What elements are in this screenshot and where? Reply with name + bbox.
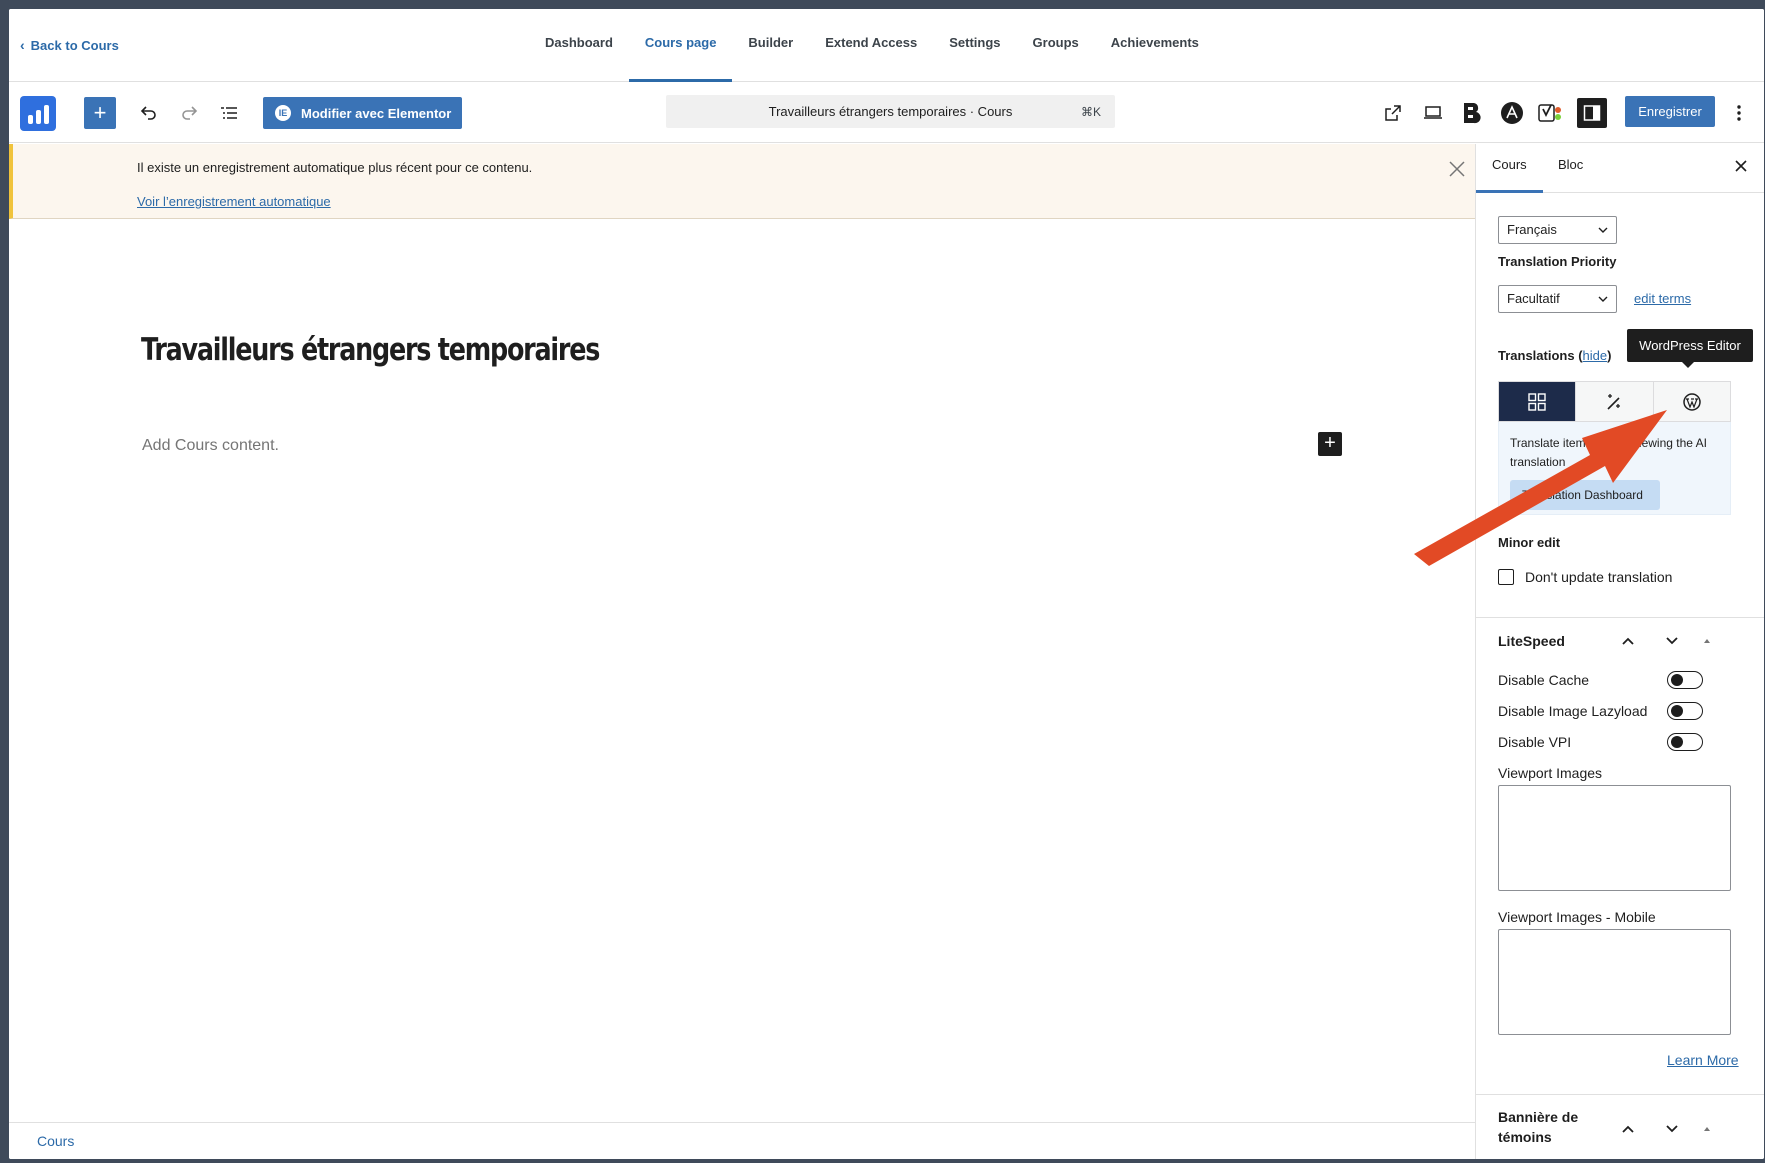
translation-dashboard-button[interactable]: Translation Dashboard <box>1510 480 1660 510</box>
viewport-images-mobile-label: Viewport Images - Mobile <box>1498 909 1656 925</box>
tab-builder[interactable]: Builder <box>732 9 809 82</box>
translation-priority-label: Translation Priority <box>1498 254 1617 269</box>
inline-add-block-button[interactable]: + <box>1318 432 1342 456</box>
edit-with-elementor-button[interactable]: IE Modifier avec Elementor <box>263 97 462 129</box>
close-icon[interactable] <box>1446 158 1470 182</box>
priority-select[interactable]: Facultatif <box>1498 285 1617 313</box>
sidebar-tabs: Cours Bloc <box>1476 144 1764 193</box>
wordpress-editor-tooltip: WordPress Editor <box>1627 329 1753 368</box>
disable-image-lazyload-row: Disable Image Lazyload <box>1498 701 1734 721</box>
plugin-b-icon[interactable] <box>1457 98 1487 128</box>
post-title[interactable]: Travailleurs étrangers temporaires <box>141 332 600 368</box>
banner-panel-title[interactable]: Bannière de témoins <box>1498 1107 1608 1147</box>
view-post-external-icon[interactable] <box>1378 98 1408 128</box>
wordpress-icon <box>1683 392 1701 411</box>
language-select-value: Français <box>1507 222 1557 237</box>
settings-sidebar: Cours Bloc Français Translation Priority… <box>1475 144 1764 1159</box>
translation-mode-tabs <box>1498 381 1731 422</box>
disable-vpi-row: Disable VPI <box>1498 732 1734 752</box>
undo-icon[interactable] <box>134 98 164 128</box>
disable-vpi-label: Disable VPI <box>1498 734 1572 750</box>
tab-cours[interactable]: Cours <box>1476 144 1543 193</box>
dont-update-translation-label: Don't update translation <box>1525 569 1673 585</box>
chevron-left-icon: ‹ <box>20 37 25 53</box>
move-up-icon[interactable] <box>1616 629 1640 653</box>
learn-more-link[interactable]: Learn More <box>1667 1052 1739 1068</box>
add-block-button[interactable]: + <box>84 97 116 129</box>
document-title-bar[interactable]: Travailleurs étrangers temporaires · Cou… <box>666 95 1115 128</box>
priority-select-value: Facultatif <box>1507 291 1560 306</box>
app-logo-icon[interactable] <box>20 96 56 131</box>
translations-label-text: Translations ( <box>1498 348 1583 363</box>
collapse-panel-icon[interactable] <box>1695 1117 1719 1141</box>
disable-cache-label: Disable Cache <box>1498 672 1590 688</box>
tab-cours-page[interactable]: Cours page <box>628 9 733 82</box>
autosave-message: Il existe un enregistrement automatique … <box>137 160 533 175</box>
editor-window: ‹ Back to Cours Dashboard Cours page Bui… <box>9 9 1764 1159</box>
disable-image-lazyload-toggle[interactable] <box>1667 702 1703 720</box>
litespeed-panel-title[interactable]: LiteSpeed <box>1498 633 1565 649</box>
translations-label-close: ) <box>1607 348 1612 363</box>
tab-groups[interactable]: Groups <box>1017 9 1095 82</box>
command-shortcut: ⌘K <box>1080 104 1101 119</box>
chevron-down-icon <box>1598 286 1608 321</box>
viewport-images-label: Viewport Images <box>1498 765 1603 781</box>
redo-icon[interactable] <box>174 98 204 128</box>
tab-extend-access[interactable]: Extend Access <box>809 9 933 82</box>
grid-icon <box>1528 392 1546 411</box>
plugin-a-icon[interactable] <box>1497 98 1527 128</box>
move-up-icon[interactable] <box>1616 1117 1640 1141</box>
edit-terms-link[interactable]: edit terms <box>1634 291 1691 306</box>
view-autosave-link[interactable]: Voir l’enregistrement automatique <box>137 194 331 209</box>
magic-wand-icon <box>1607 393 1621 410</box>
editor-canvas: Travailleurs étrangers temporaires Add C… <box>9 220 1475 1132</box>
editor-footer: Cours <box>9 1122 1475 1159</box>
elementor-icon: IE <box>275 105 291 121</box>
tab-dashboard[interactable]: Dashboard <box>529 9 629 82</box>
save-button[interactable]: Enregistrer <box>1625 96 1715 127</box>
tab-translation-grid[interactable] <box>1499 382 1577 421</box>
dont-update-translation-checkbox[interactable] <box>1498 569 1514 585</box>
move-down-icon[interactable] <box>1660 1117 1684 1141</box>
litespeed-divider <box>1476 617 1764 618</box>
tab-achievements[interactable]: Achievements <box>1095 9 1215 82</box>
device-preview-icon[interactable] <box>1418 98 1448 128</box>
language-select[interactable]: Français <box>1498 216 1617 244</box>
banner-divider <box>1476 1094 1764 1095</box>
document-title: Travailleurs étrangers temporaires · Cou… <box>768 104 1013 119</box>
breadcrumb[interactable]: Cours <box>37 1133 74 1149</box>
tab-bloc[interactable]: Bloc <box>1542 144 1599 193</box>
tab-settings[interactable]: Settings <box>933 9 1016 82</box>
more-options-icon[interactable] <box>1724 98 1754 128</box>
back-to-cours-link[interactable]: ‹ Back to Cours <box>20 37 119 53</box>
top-navigation: ‹ Back to Cours Dashboard Cours page Bui… <box>9 9 1764 82</box>
translate-help-text: Translate items after reviewing the AI t… <box>1510 436 1707 469</box>
translation-info-box: Translate items after reviewing the AI t… <box>1498 422 1731 515</box>
back-link-label: Back to Cours <box>30 37 119 53</box>
chevron-down-icon <box>1598 217 1608 252</box>
close-sidebar-icon[interactable] <box>1732 157 1752 177</box>
disable-image-lazyload-label: Disable Image Lazyload <box>1498 703 1648 719</box>
viewport-images-textarea[interactable] <box>1498 785 1731 891</box>
nav-tabs: Dashboard Cours page Builder Extend Acce… <box>529 9 1215 82</box>
autosave-notice: Il existe un enregistrement automatique … <box>9 144 1475 219</box>
viewport-images-mobile-textarea[interactable] <box>1498 929 1731 1035</box>
collapse-panel-icon[interactable] <box>1695 629 1719 653</box>
tab-ai-translation[interactable] <box>1576 382 1654 421</box>
settings-sidebar-toggle-icon[interactable] <box>1577 98 1607 128</box>
elementor-button-label: Modifier avec Elementor <box>301 105 452 121</box>
minor-edit-label: Minor edit <box>1498 535 1561 550</box>
disable-vpi-toggle[interactable] <box>1667 733 1703 751</box>
hide-translations-link[interactable]: hide <box>1583 348 1608 363</box>
translations-label: Translations (hide) <box>1498 348 1611 363</box>
disable-cache-toggle[interactable] <box>1667 671 1703 689</box>
move-down-icon[interactable] <box>1660 629 1684 653</box>
document-overview-icon[interactable] <box>214 98 244 128</box>
content-placeholder[interactable]: Add Cours content. <box>142 437 279 455</box>
editor-toolbar: + IE Modifier avec Elementor Travailleur… <box>9 82 1764 143</box>
tab-wordpress-editor[interactable] <box>1653 382 1730 421</box>
disable-cache-row: Disable Cache <box>1498 670 1734 690</box>
yoast-seo-icon[interactable] <box>1535 98 1565 128</box>
